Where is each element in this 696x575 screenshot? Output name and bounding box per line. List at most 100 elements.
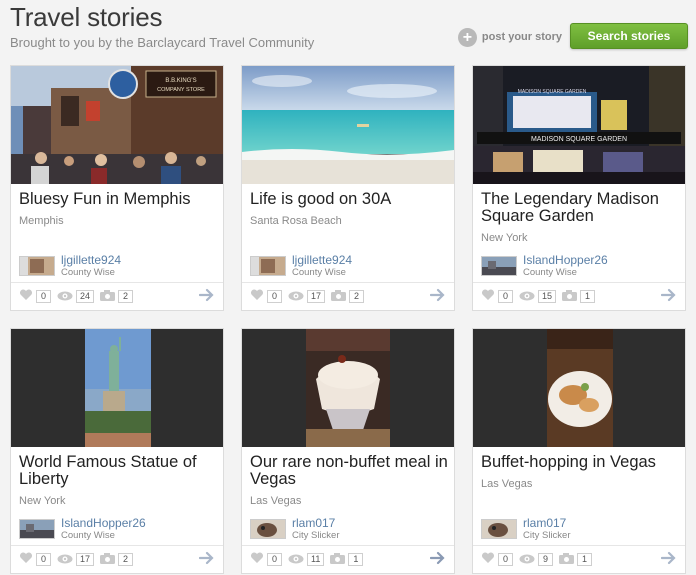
avatar[interactable] xyxy=(481,519,517,539)
likes-count: 0 xyxy=(267,290,282,303)
author-rank: City Slicker xyxy=(292,530,340,541)
avatar[interactable] xyxy=(19,519,55,539)
story-stats: 0 15 1 xyxy=(473,282,685,310)
arrow-right-icon[interactable] xyxy=(429,288,446,307)
story-author: rlam017 City Slicker xyxy=(250,517,340,541)
story-stats: 0 17 2 xyxy=(242,282,454,310)
story-card-30a[interactable]: Life is good on 30A Santa Rosa Beach ljg… xyxy=(241,65,455,311)
story-location: New York xyxy=(19,495,66,507)
arrow-right-icon[interactable] xyxy=(198,288,215,307)
avatar[interactable] xyxy=(250,256,286,276)
author-username[interactable]: IslandHopper26 xyxy=(523,254,608,267)
story-author: IslandHopper26 County Wise xyxy=(19,517,146,541)
avatar[interactable] xyxy=(481,256,517,276)
story-card-statue-of-liberty[interactable]: World Famous Statue of Liberty New York … xyxy=(10,328,224,574)
views-count: 24 xyxy=(76,290,95,303)
author-username[interactable]: rlam017 xyxy=(292,517,340,530)
post-story-label: post your story xyxy=(481,31,562,43)
views-count: 15 xyxy=(538,290,557,303)
msg-sign-text: MADISON SQUARE GARDEN xyxy=(531,136,627,143)
story-photo[interactable]: B.B.KING'S COMPANY STORE xyxy=(11,66,223,184)
arrow-right-icon[interactable] xyxy=(198,551,215,570)
plus-icon: + xyxy=(457,27,477,47)
story-photo[interactable]: MADISON SQUARE GARDEN MADISON SQUARE GAR… xyxy=(473,66,685,184)
story-photo[interactable] xyxy=(11,329,223,447)
eye-icon xyxy=(519,551,535,569)
arrow-right-icon[interactable] xyxy=(660,288,677,307)
camera-icon xyxy=(100,288,116,306)
story-location: Las Vegas xyxy=(481,478,533,490)
story-author: rlam017 City Slicker xyxy=(481,517,571,541)
story-stats: 0 24 2 xyxy=(11,282,223,310)
photos-count: 2 xyxy=(349,290,365,303)
story-photo[interactable] xyxy=(242,329,454,447)
heart-icon[interactable] xyxy=(19,288,33,306)
eye-icon xyxy=(288,288,304,306)
eye-icon xyxy=(288,551,304,569)
story-author: IslandHopper26 County Wise xyxy=(481,254,608,278)
story-card-msg[interactable]: MADISON SQUARE GARDEN MADISON SQUARE GAR… xyxy=(472,65,686,311)
heart-icon[interactable] xyxy=(250,288,264,306)
camera-icon xyxy=(331,288,347,306)
arrow-right-icon[interactable] xyxy=(429,551,446,570)
story-stats: 0 11 1 xyxy=(242,545,454,573)
photos-count: 2 xyxy=(118,553,134,566)
eye-icon xyxy=(519,288,535,306)
story-photo[interactable] xyxy=(242,66,454,184)
likes-count: 0 xyxy=(267,553,282,566)
story-card-memphis[interactable]: B.B.KING'S COMPANY STORE Bluesy Fun in M… xyxy=(10,65,224,311)
story-title[interactable]: Buffet-hopping in Vegas xyxy=(481,454,679,471)
story-title[interactable]: The Legendary Madison Square Garden xyxy=(481,191,679,225)
views-count: 17 xyxy=(307,290,326,303)
heart-icon[interactable] xyxy=(250,551,264,569)
story-card-vegas-buffet[interactable]: Buffet-hopping in Vegas Las Vegas rlam01… xyxy=(472,328,686,574)
author-rank: City Slicker xyxy=(523,530,571,541)
heart-icon[interactable] xyxy=(19,551,33,569)
camera-icon xyxy=(330,551,346,569)
views-count: 11 xyxy=(307,553,325,566)
story-title[interactable]: Bluesy Fun in Memphis xyxy=(19,191,217,208)
author-rank: County Wise xyxy=(61,530,115,541)
travel-stories-page: Travel stories Brought to you by the Bar… xyxy=(0,0,696,575)
msg-marquee-text: MADISON SQUARE GARDEN xyxy=(518,89,587,95)
story-photo[interactable] xyxy=(473,329,685,447)
story-location: New York xyxy=(481,232,528,244)
story-location: Memphis xyxy=(19,215,64,227)
photos-count: 1 xyxy=(580,290,596,303)
author-username[interactable]: ljgillette924 xyxy=(61,254,121,267)
views-count: 17 xyxy=(76,553,95,566)
avatar[interactable] xyxy=(19,256,55,276)
author-username[interactable]: IslandHopper26 xyxy=(61,517,146,530)
post-story-link[interactable]: + post your story xyxy=(457,27,562,47)
page-header: Travel stories Brought to you by the Bar… xyxy=(10,2,688,54)
story-card-vegas-meal[interactable]: Our rare non-buffet meal in Vegas Las Ve… xyxy=(241,328,455,574)
eye-icon xyxy=(57,551,73,569)
search-stories-button[interactable]: Search stories xyxy=(570,23,688,49)
story-title[interactable]: Our rare non-buffet meal in Vegas xyxy=(250,454,448,488)
author-rank: County Wise xyxy=(61,267,115,278)
likes-count: 0 xyxy=(498,290,513,303)
avatar[interactable] xyxy=(250,519,286,539)
story-location: Las Vegas xyxy=(250,495,302,507)
eye-icon xyxy=(57,288,73,306)
story-location: Santa Rosa Beach xyxy=(250,215,342,227)
photos-count: 2 xyxy=(118,290,134,303)
likes-count: 0 xyxy=(36,553,51,566)
camera-icon xyxy=(559,551,574,569)
story-author: ljgillette924 County Wise xyxy=(250,254,352,278)
story-stats: 0 9 1 xyxy=(473,545,685,573)
arrow-right-icon[interactable] xyxy=(660,551,677,570)
photos-count: 1 xyxy=(577,553,592,566)
views-count: 9 xyxy=(538,553,553,566)
likes-count: 0 xyxy=(498,553,513,566)
camera-icon xyxy=(100,551,116,569)
story-author: ljgillette924 County Wise xyxy=(19,254,121,278)
story-title[interactable]: Life is good on 30A xyxy=(250,191,448,208)
likes-count: 0 xyxy=(36,290,51,303)
heart-icon[interactable] xyxy=(481,288,495,306)
author-username[interactable]: rlam017 xyxy=(523,517,571,530)
heart-icon[interactable] xyxy=(481,551,495,569)
story-stats: 0 17 2 xyxy=(11,545,223,573)
story-title[interactable]: World Famous Statue of Liberty xyxy=(19,454,217,488)
author-username[interactable]: ljgillette924 xyxy=(292,254,352,267)
